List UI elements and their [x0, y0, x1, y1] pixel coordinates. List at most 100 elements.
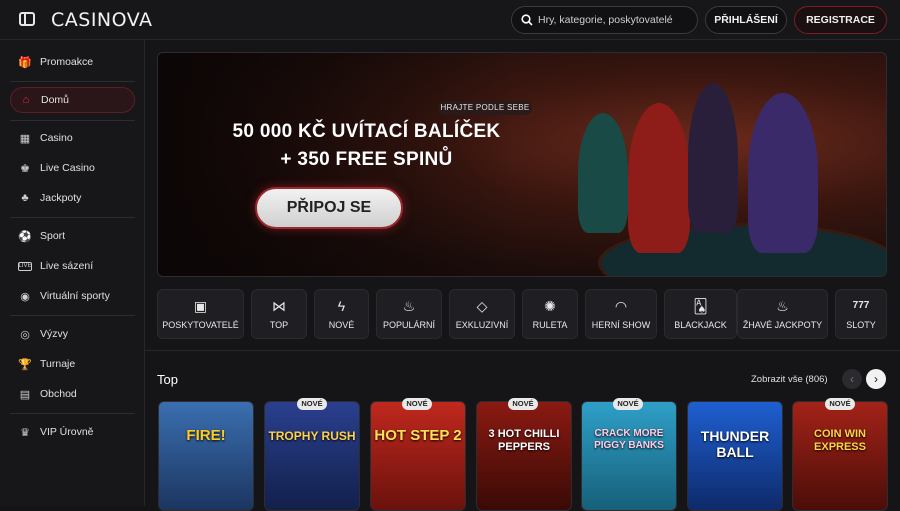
sidebar-item-label: Jackpoty	[40, 192, 82, 204]
sidebar-item-casino[interactable]: ▦ Casino	[10, 125, 135, 151]
category-label: POPULÁRNÍ	[382, 320, 435, 330]
game-tile-trophy-rush[interactable]: TROPHY RUSH	[264, 401, 360, 511]
banner-figure	[748, 93, 818, 253]
777-icon: 777	[852, 300, 870, 311]
game-tile-3-hot-chilli-peppers[interactable]: 3 HOT CHILLI PEPPERS	[476, 401, 572, 511]
category-poskytovatele[interactable]: ▣ POSKYTOVATELÉ	[157, 289, 244, 339]
category-popularni[interactable]: ♨ POPULÁRNÍ	[376, 289, 442, 339]
sidebar-item-domu[interactable]: ⌂ Domů	[10, 87, 135, 113]
live-badge-icon: LIVE	[18, 261, 32, 271]
chevron-right-icon[interactable]: ›	[866, 369, 886, 389]
sidebar-item-virtualni-sporty[interactable]: ◉ Virtuální sporty	[10, 283, 135, 309]
hot-jackpot-icon: ♨	[776, 298, 789, 314]
divider	[10, 315, 135, 316]
banner-headline: 50 000 KČ UVÍTACÍ BALÍČEK	[232, 121, 501, 142]
game-tile-thunder-ball[interactable]: THUNDER BALL	[687, 401, 783, 511]
category-top[interactable]: ⋈ TOP	[251, 289, 307, 339]
category-ruleta[interactable]: ✺ RULETA	[522, 289, 578, 339]
sidebar-item-jackpoty[interactable]: ♣ Jackpoty	[10, 185, 135, 211]
promo-banner[interactable]: HRAJTE PODLE SEBE 50 000 KČ UVÍTACÍ BALÍ…	[157, 52, 887, 277]
sidebar-item-vyzvy[interactable]: ◎ Výzvy	[10, 321, 135, 347]
category-label: SLOTY	[846, 320, 876, 330]
diamond-icon: ◇	[476, 298, 488, 314]
banner-figure	[628, 103, 690, 253]
sidebar-item-promoakce[interactable]: 🎁 Promoakce	[10, 49, 135, 75]
divider	[10, 413, 135, 414]
category-label: HERNÍ SHOW	[591, 320, 651, 330]
home-icon: ⌂	[22, 94, 30, 106]
sidebar-item-live-sazeni[interactable]: LIVE Live sázení	[10, 253, 135, 279]
login-button[interactable]: PŘIHLÁŠENÍ	[705, 6, 787, 34]
sidebar-toggle-icon[interactable]	[19, 12, 35, 26]
bow-tie-icon: ⋈	[272, 298, 286, 314]
sidebar-item-label: Domů	[41, 94, 70, 106]
banner-subheadline: + 350 FREE SPINŮ	[280, 149, 453, 170]
trophy-icon: 🏆	[18, 358, 32, 371]
virtual-sports-icon: ◉	[20, 290, 30, 303]
sidebar-item-label: Promoakce	[40, 56, 94, 68]
sidebar-item-turnaje[interactable]: 🏆 Turnaje	[10, 351, 135, 377]
game-tile-crack-more-piggy-banks[interactable]: CRACK MORE PIGGY BANKS	[581, 401, 677, 511]
category-sloty[interactable]: 777 SLOTY	[835, 289, 887, 339]
banner-figure	[578, 113, 628, 233]
search-icon	[521, 14, 533, 26]
register-button[interactable]: REGISTRACE	[794, 6, 887, 34]
section-divider	[145, 350, 900, 351]
game-tile-fire[interactable]: FIRE!	[158, 401, 254, 511]
category-bar: ▣ POSKYTOVATELÉ ⋈ TOP ϟ NOVÉ ♨ POPULÁRNÍ…	[157, 289, 887, 339]
join-button[interactable]: PŘIPOJ SE	[255, 187, 403, 229]
game-title: 3 HOT CHILLI PEPPERS	[488, 428, 560, 453]
category-zhave-jackpoty[interactable]: ♨ ŽHAVÉ JACKPOTY	[737, 289, 828, 339]
lightning-icon: ϟ	[337, 298, 346, 314]
sidebar-item-label: Live sázení	[40, 260, 94, 272]
sidebar-item-label: Sport	[40, 230, 66, 242]
sidebar-item-obchod[interactable]: ▤ Obchod	[10, 381, 135, 407]
category-exkluzivni[interactable]: ◇ EXKLUZIVNÍ	[449, 289, 515, 339]
new-badge: NOVÉ	[508, 398, 538, 410]
slot-machine-icon: ▦	[19, 132, 31, 145]
divider	[10, 81, 135, 82]
new-badge: NOVÉ	[297, 398, 327, 410]
category-nove[interactable]: ϟ NOVÉ	[314, 289, 369, 339]
new-badge: NOVÉ	[613, 398, 643, 410]
game-title: COIN WIN EXPRESS	[814, 428, 866, 453]
sidebar-item-label: Casino	[40, 132, 73, 144]
category-herni-show[interactable]: ◠ HERNÍ SHOW	[585, 289, 657, 339]
roulette-icon: ✺	[544, 298, 556, 314]
category-label: BLACKJACK	[674, 320, 727, 330]
sidebar-item-label: Turnaje	[40, 358, 76, 370]
gift-icon: 🎁	[18, 56, 32, 69]
divider	[10, 217, 135, 218]
category-blackjack[interactable]: 🂡 BLACKJACK	[664, 289, 737, 339]
sidebar-item-label: Virtuální sporty	[40, 290, 110, 302]
sidebar-item-vip-urovne[interactable]: ♛ VIP Úrovně	[10, 419, 135, 445]
search-box[interactable]	[511, 6, 698, 34]
sidebar-item-label: VIP Úrovně	[40, 426, 94, 438]
live-dealer-icon: ♚	[20, 162, 30, 175]
target-icon: ◎	[20, 328, 30, 341]
category-label: POSKYTOVATELÉ	[162, 320, 239, 330]
divider	[10, 120, 135, 121]
search-input[interactable]	[538, 7, 693, 33]
category-label: EXKLUZIVNÍ	[455, 320, 509, 330]
chevron-left-icon[interactable]: ‹	[842, 369, 862, 389]
crown-icon: ♛	[20, 426, 30, 439]
sidebar-item-sport[interactable]: ⚽ Sport	[10, 223, 135, 249]
game-title: TROPHY RUSH	[268, 429, 356, 443]
cards-icon: 🂡	[693, 298, 708, 314]
game-title: THUNDER BALL	[700, 428, 770, 460]
game-tile-hot-step-2[interactable]: HOT STEP 2	[370, 401, 466, 511]
see-all-link[interactable]: Zobrazit vše (806)	[751, 374, 828, 385]
category-label: ŽHAVÉ JACKPOTY	[742, 320, 823, 330]
banner-tag: HRAJTE PODLE SEBE	[438, 101, 532, 115]
category-label: TOP	[269, 320, 289, 330]
mask-icon: ◠	[614, 298, 628, 314]
sidebar-item-live-casino[interactable]: ♚ Live Casino	[10, 155, 135, 181]
category-label: RULETA	[532, 320, 568, 330]
new-badge: NOVÉ	[402, 398, 432, 410]
clover-icon: ♣	[21, 192, 29, 204]
top-bar: CASINOVA PŘIHLÁŠENÍ REGISTRACE	[0, 0, 900, 40]
game-tile-coin-win-express[interactable]: COIN WIN EXPRESS	[792, 401, 888, 511]
brand-logo[interactable]: CASINOVA	[51, 9, 153, 31]
shop-icon: ▤	[19, 388, 31, 401]
